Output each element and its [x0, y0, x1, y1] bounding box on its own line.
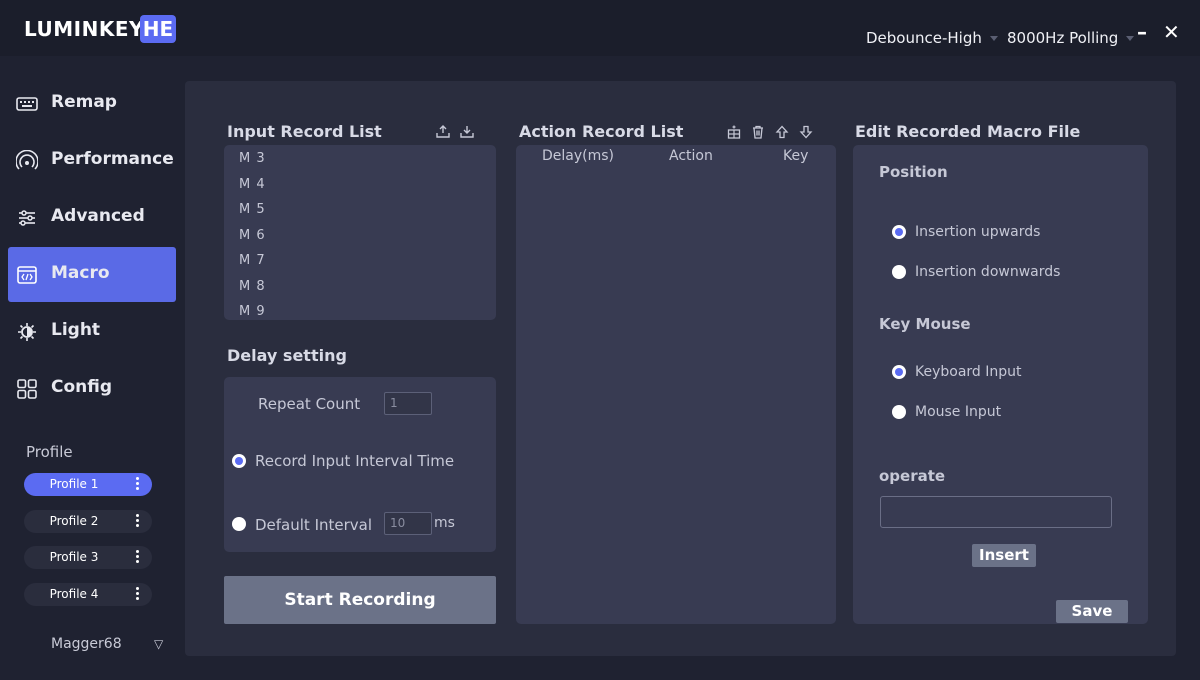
action-record-title: Action Record List [519, 122, 684, 141]
sidebar-item-label: Advanced [51, 206, 145, 226]
list-item[interactable]: M 8 [239, 279, 266, 294]
key-mouse-title: Key Mouse [879, 315, 971, 333]
grid-icon [17, 379, 37, 399]
list-item[interactable]: M 4 [239, 177, 266, 192]
macro-panel: Input Record List M 3 M 4 M 5 M 6 M 7 M … [185, 81, 1176, 656]
profile-label: Profile 2 [49, 514, 99, 528]
profile-title: Profile [26, 443, 73, 461]
arrow-down-icon[interactable] [799, 125, 813, 139]
save-button[interactable]: Save [1056, 600, 1128, 623]
import-icon[interactable] [460, 124, 474, 138]
title-bar: LUMINKEY HE Debounce-High 8000Hz Polling… [0, 0, 1200, 56]
arrow-up-icon[interactable] [775, 125, 789, 139]
position-title: Position [879, 163, 948, 181]
profile-label: Profile 3 [49, 550, 99, 564]
sidebar-item-config[interactable]: Config [8, 361, 176, 416]
input-record-title: Input Record List [227, 122, 382, 141]
debounce-dropdown[interactable]: Debounce-High [866, 29, 998, 47]
sidebar-item-light[interactable]: Light [8, 304, 176, 359]
insert-button[interactable]: Insert [972, 544, 1036, 567]
record-interval-radio[interactable] [232, 454, 246, 468]
close-button[interactable]: ✕ [1163, 22, 1180, 42]
polling-value: 8000Hz Polling [1007, 29, 1119, 47]
insert-downwards-label: Insertion downwards [915, 264, 1061, 280]
minimize-button[interactable]: – [1137, 22, 1147, 42]
app-logo-badge: HE [140, 15, 176, 43]
profile-item[interactable]: Profile 3 [24, 546, 152, 569]
operate-input[interactable] [880, 496, 1112, 528]
sidebar-item-label: Macro [51, 263, 110, 283]
trash-icon[interactable] [751, 125, 765, 139]
device-name[interactable]: Magger68 [51, 636, 122, 652]
profile-label: Profile 1 [49, 477, 99, 491]
keyboard-input-label: Keyboard Input [915, 364, 1022, 380]
action-record-list[interactable] [516, 145, 836, 624]
sidebar-item-label: Performance [51, 149, 174, 169]
sidebar-item-macro[interactable]: Macro [8, 247, 176, 302]
mouse-input-label: Mouse Input [915, 404, 1002, 420]
app-logo: LUMINKEY [24, 17, 144, 41]
delay-setting-title: Delay setting [227, 346, 347, 365]
interval-unit: ms [434, 515, 455, 531]
delay-setting-box: Repeat Count 1 Record Input Interval Tim… [224, 377, 496, 552]
kebab-menu-icon[interactable] [136, 550, 140, 565]
insert-downwards-radio[interactable] [892, 265, 906, 279]
profile-label: Profile 4 [49, 587, 99, 601]
input-record-list[interactable]: M 3 M 4 M 5 M 6 M 7 M 8 M 9 [224, 145, 496, 320]
kebab-menu-icon[interactable] [136, 477, 140, 492]
edit-macro-title: Edit Recorded Macro File [855, 122, 1081, 141]
kebab-menu-icon[interactable] [136, 514, 140, 529]
keyboard-icon [16, 97, 38, 111]
start-recording-button[interactable]: Start Recording [224, 576, 496, 624]
sliders-icon [19, 210, 35, 226]
column-header-delay: Delay(ms) [542, 148, 615, 164]
list-item[interactable]: M 9 [239, 304, 266, 319]
column-header-key: Key [783, 148, 809, 164]
chevron-down-icon [989, 36, 998, 41]
list-item[interactable]: M 6 [239, 228, 266, 243]
profile-item[interactable]: Profile 4 [24, 583, 152, 606]
default-interval-label: Default Interval [255, 516, 373, 534]
repeat-count-label: Repeat Count [258, 395, 361, 413]
keyboard-input-radio[interactable] [892, 365, 906, 379]
mouse-input-radio[interactable] [892, 405, 906, 419]
default-interval-input[interactable]: 10 [384, 512, 432, 535]
insert-row-icon[interactable] [727, 125, 741, 139]
kebab-menu-icon[interactable] [136, 587, 140, 602]
sidebar-item-performance[interactable]: Performance [8, 133, 176, 188]
export-icon[interactable] [436, 124, 450, 138]
insert-upwards-radio[interactable] [892, 225, 906, 239]
list-item[interactable]: M 7 [239, 253, 266, 268]
code-window-icon [17, 266, 37, 284]
insert-upwards-label: Insertion upwards [915, 224, 1041, 240]
profile-item[interactable]: Profile 1 [24, 473, 152, 496]
column-header-action: Action [669, 148, 713, 164]
sidebar-item-label: Remap [51, 92, 117, 112]
sidebar-item-label: Light [51, 320, 101, 340]
default-interval-radio[interactable] [232, 517, 246, 531]
list-item[interactable]: M 5 [239, 202, 266, 217]
sidebar-item-label: Config [51, 377, 113, 397]
profile-item[interactable]: Profile 2 [24, 510, 152, 533]
chevron-down-icon [1126, 36, 1135, 41]
record-interval-label: Record Input Interval Time [255, 452, 455, 470]
signal-icon [16, 150, 38, 170]
sidebar-item-remap[interactable]: Remap [8, 76, 176, 131]
operate-title: operate [879, 467, 946, 485]
sun-icon [18, 323, 36, 341]
chevron-down-icon[interactable]: ▽ [154, 637, 163, 651]
debounce-value: Debounce-High [866, 29, 982, 47]
list-item[interactable]: M 3 [239, 151, 266, 166]
polling-dropdown[interactable]: 8000Hz Polling [1007, 29, 1135, 47]
sidebar-item-advanced[interactable]: Advanced [8, 190, 176, 245]
repeat-count-input[interactable]: 1 [384, 392, 432, 415]
